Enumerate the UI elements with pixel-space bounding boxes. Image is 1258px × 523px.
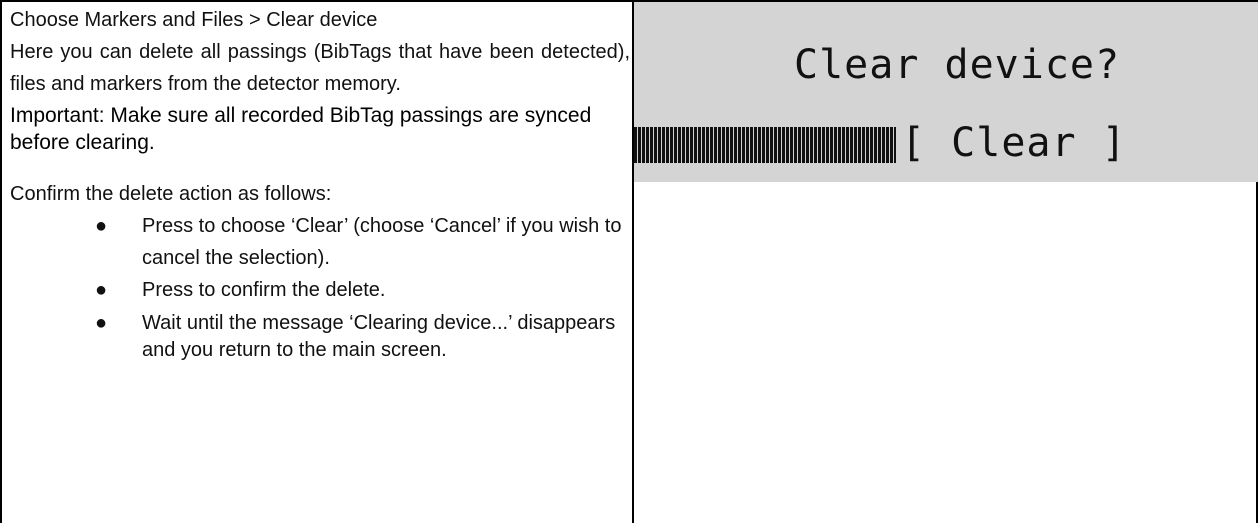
step-text: Press to confirm the delete. bbox=[142, 279, 386, 301]
bullet-icon: ● bbox=[95, 279, 108, 301]
intro-paragraph: Here you can delete all passings (BibTag… bbox=[10, 41, 630, 95]
important-note: Important: Make sure all recorded BibTag… bbox=[10, 104, 592, 154]
table-left-border bbox=[0, 0, 2, 523]
steps-list: ● Press to choose ‘Clear’ (choose ‘Cance… bbox=[10, 210, 630, 364]
confirm-heading: Confirm the delete action as follows: bbox=[10, 183, 332, 205]
step-text: Press to choose ‘Clear’ (choose ‘Cancel’… bbox=[142, 215, 622, 269]
lcd-selected-option bbox=[634, 127, 896, 163]
lcd-title: Clear device? bbox=[794, 42, 1121, 88]
list-item: ● Press to choose ‘Clear’ (choose ‘Cance… bbox=[10, 210, 630, 274]
lcd-option-clear: [ Clear ] bbox=[901, 120, 1127, 166]
section-heading: Choose Markers and Files > Clear device bbox=[10, 9, 378, 31]
document-table: Choose Markers and Files > Clear device … bbox=[0, 0, 1258, 523]
instructions-cell: Choose Markers and Files > Clear device … bbox=[10, 4, 630, 364]
lcd-screen: Clear device? [ Clear ] bbox=[634, 2, 1258, 182]
bullet-icon: ● bbox=[95, 215, 108, 237]
bullet-icon: ● bbox=[95, 312, 108, 334]
list-item: ● Wait until the message ‘Clearing devic… bbox=[10, 306, 630, 364]
step-text: Wait until the message ‘Clearing device.… bbox=[142, 312, 616, 361]
list-item: ● Press to confirm the delete. bbox=[10, 274, 630, 306]
